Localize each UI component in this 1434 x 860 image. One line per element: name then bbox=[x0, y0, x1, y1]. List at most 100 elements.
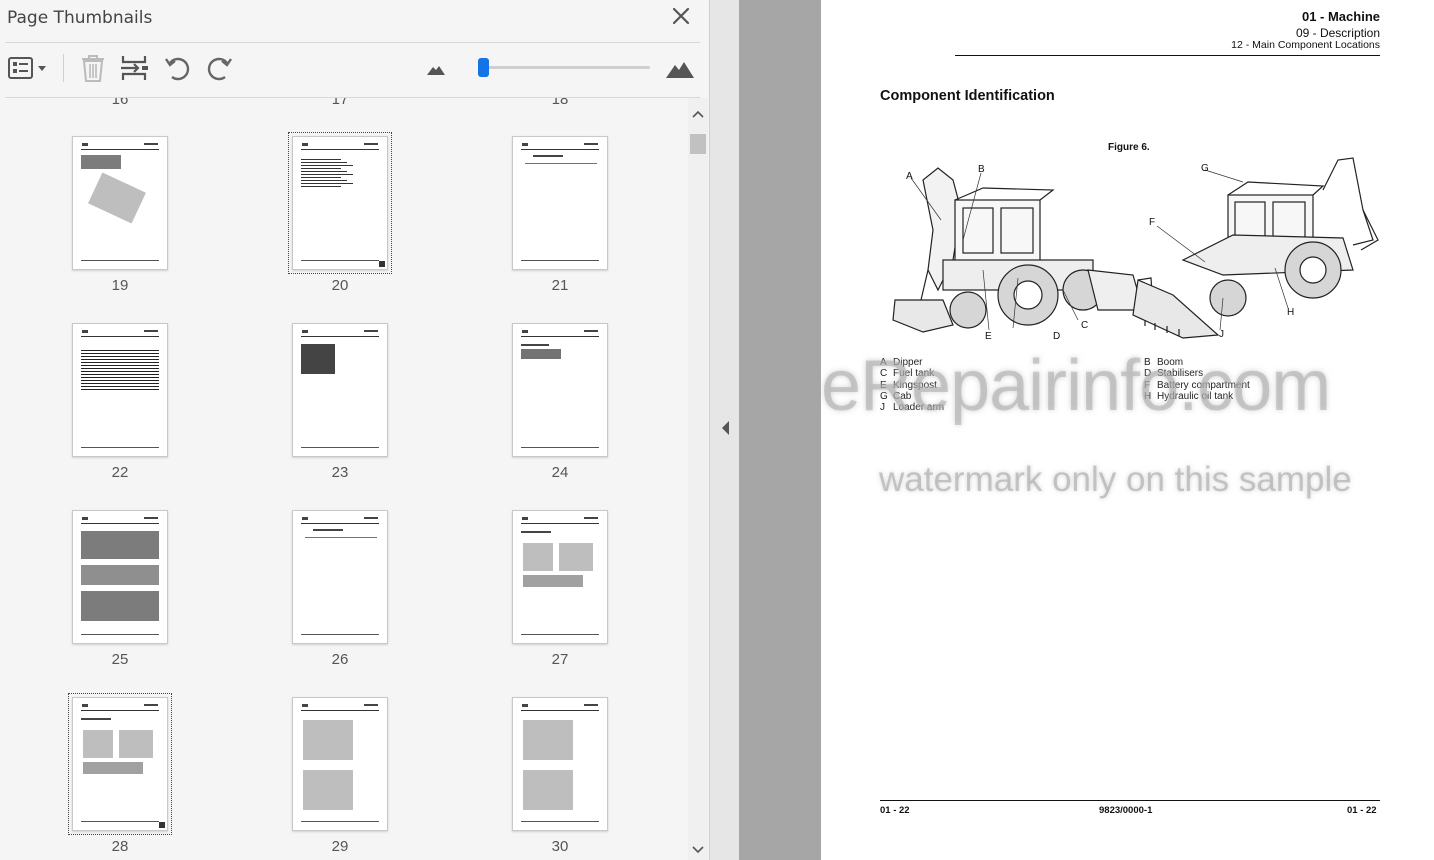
thumb-header-mark bbox=[584, 704, 598, 706]
callout-letter: H bbox=[1287, 307, 1294, 318]
page-thumbnail[interactable] bbox=[292, 697, 388, 831]
thumb-figure bbox=[303, 770, 353, 810]
thumb-logo bbox=[522, 704, 528, 707]
smaller-thumbnails-button[interactable] bbox=[424, 52, 448, 84]
thumb-logo bbox=[82, 517, 88, 520]
thumb-header-mark bbox=[584, 330, 598, 332]
header-rule bbox=[955, 55, 1380, 56]
thumb-table bbox=[521, 349, 561, 359]
page-thumbnail[interactable] bbox=[512, 697, 608, 831]
thumbnails-scrollbar[interactable] bbox=[688, 98, 708, 860]
thumb-figure bbox=[88, 172, 146, 224]
thumb-header-mark bbox=[364, 704, 378, 706]
selection-marker bbox=[379, 261, 385, 267]
thumbnail-label-cut: 17 bbox=[331, 98, 349, 108]
chevron-down-icon bbox=[692, 846, 704, 854]
footer-rule bbox=[880, 800, 1380, 801]
thumb-logo bbox=[302, 517, 308, 520]
thumb-footer-rule bbox=[81, 447, 159, 448]
thumbnail-size-track[interactable] bbox=[478, 66, 650, 69]
thumb-footer-rule bbox=[521, 447, 599, 448]
rotate-left-button[interactable] bbox=[162, 52, 194, 84]
thumb-logo bbox=[522, 330, 528, 333]
thumb-text-line bbox=[301, 183, 353, 184]
scroll-up-button[interactable] bbox=[692, 108, 704, 120]
toolbar-divider bbox=[63, 54, 64, 82]
mountain-small-icon bbox=[427, 66, 445, 75]
thumb-figure bbox=[559, 543, 593, 571]
page-thumbnail[interactable] bbox=[72, 323, 168, 457]
rotate-right-button[interactable] bbox=[203, 52, 235, 84]
thumb-logo bbox=[302, 143, 308, 146]
panel-collapse-splitter[interactable] bbox=[709, 0, 739, 860]
thumb-header-mark bbox=[584, 517, 598, 519]
backhoe-loader-figure: A B G F E D C J H bbox=[892, 157, 1379, 342]
list-options-icon bbox=[8, 57, 46, 79]
close-icon bbox=[672, 7, 690, 25]
thumb-header-rule bbox=[521, 523, 599, 524]
page-thumbnail[interactable] bbox=[72, 136, 168, 270]
thumb-text-line bbox=[301, 162, 347, 163]
thumbnail-page-number: 29 bbox=[331, 838, 349, 855]
options-button[interactable] bbox=[6, 52, 50, 84]
thumb-text-line bbox=[81, 389, 159, 390]
callout-letter: E bbox=[985, 331, 992, 342]
thumb-title bbox=[521, 531, 551, 533]
callout-letter: A bbox=[906, 171, 913, 182]
thumb-header-mark bbox=[144, 704, 158, 706]
page-thumbnail[interactable] bbox=[292, 510, 388, 644]
thumb-footer-rule bbox=[521, 260, 599, 261]
scroll-down-button[interactable] bbox=[692, 842, 704, 854]
thumb-legend bbox=[523, 575, 583, 587]
thumb-header-mark bbox=[584, 143, 598, 145]
page-thumbnail[interactable] bbox=[72, 510, 168, 644]
thumb-text-line bbox=[301, 171, 347, 172]
thumbnail-label-cut: 16 bbox=[111, 98, 129, 108]
collapse-left-icon bbox=[722, 421, 729, 435]
thumb-header-mark bbox=[364, 517, 378, 519]
footer-page-right: 01 - 22 bbox=[1347, 805, 1377, 816]
thumb-logo bbox=[522, 143, 528, 146]
footer-doc-number: 9823/0000-1 bbox=[1099, 805, 1153, 816]
thumb-text-line bbox=[301, 174, 353, 175]
close-panel-button[interactable] bbox=[670, 5, 692, 27]
page-thumbnail[interactable] bbox=[292, 323, 388, 457]
thumb-footer-rule bbox=[81, 634, 159, 635]
thumb-text-line bbox=[81, 386, 159, 387]
thumb-footer-rule bbox=[521, 634, 599, 635]
page-thumbnail[interactable] bbox=[288, 132, 392, 274]
thumb-footer-rule bbox=[81, 821, 159, 822]
page-thumbnails-panel: Page Thumbnails 16 17 18 19 20 21 22 23 … bbox=[0, 0, 710, 860]
thumbnail-page-number: 24 bbox=[551, 464, 569, 481]
page-thumbnail[interactable] bbox=[512, 136, 608, 270]
thumb-logo bbox=[302, 330, 308, 333]
thumbnail-page-number: 30 bbox=[551, 838, 569, 855]
thumb-footer-rule bbox=[521, 821, 599, 822]
thumb-text-line bbox=[81, 374, 159, 375]
page-thumbnail[interactable] bbox=[512, 323, 608, 457]
thumbnail-page-number: 22 bbox=[111, 464, 129, 481]
pdf-viewer: Page Thumbnails 16 17 18 19 20 21 22 23 … bbox=[0, 0, 1434, 860]
callout-letter: F bbox=[1149, 217, 1155, 228]
thumb-footer-rule bbox=[301, 821, 379, 822]
page-heading: Component Identification bbox=[880, 88, 1055, 104]
scrollbar-thumb[interactable] bbox=[690, 134, 706, 154]
callout-letter: D bbox=[1053, 331, 1060, 342]
thumb-text-block bbox=[301, 344, 335, 374]
larger-thumbnails-button[interactable] bbox=[664, 52, 696, 84]
thumb-text-line bbox=[301, 165, 353, 166]
insert-page-icon bbox=[121, 56, 148, 80]
thumb-footer-rule bbox=[301, 260, 379, 261]
thumbnail-page-number: 20 bbox=[331, 277, 349, 294]
thumb-header-rule bbox=[521, 149, 599, 150]
panel-title: Page Thumbnails bbox=[7, 8, 153, 28]
callout-letter: G bbox=[1201, 163, 1209, 174]
page-thumbnail[interactable] bbox=[68, 693, 172, 835]
thumb-footer-rule bbox=[81, 260, 159, 261]
insert-page-button[interactable] bbox=[118, 52, 150, 84]
thumb-title bbox=[313, 529, 343, 531]
page-thumbnail[interactable] bbox=[512, 510, 608, 644]
delete-page-button[interactable] bbox=[78, 52, 108, 84]
thumbnail-size-slider[interactable] bbox=[478, 58, 489, 77]
thumb-text-line bbox=[81, 377, 159, 378]
